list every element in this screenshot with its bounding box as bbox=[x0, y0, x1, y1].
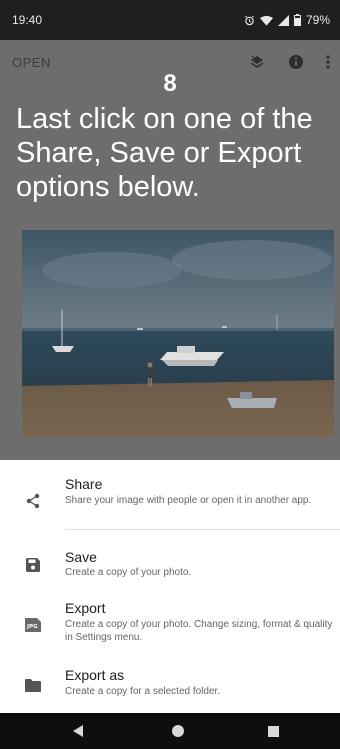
info-icon[interactable] bbox=[286, 52, 306, 72]
photo-preview bbox=[22, 230, 334, 437]
more-vert-icon[interactable] bbox=[318, 52, 338, 72]
export-as-option[interactable]: Export as Create a copy for a selected f… bbox=[0, 662, 340, 702]
share-options-sheet: Share Share your image with people or op… bbox=[0, 460, 340, 713]
jpg-export-icon: JPG bbox=[24, 616, 42, 634]
share-icon bbox=[24, 492, 42, 510]
folder-icon bbox=[24, 676, 42, 694]
export-option[interactable]: JPG Export Create a copy of your photo. … bbox=[0, 594, 340, 650]
save-description: Create a copy of your photo. bbox=[65, 567, 192, 578]
back-icon[interactable] bbox=[59, 713, 99, 749]
recents-icon[interactable] bbox=[253, 713, 293, 749]
navigation-bar bbox=[0, 713, 340, 749]
signal-icon bbox=[277, 14, 289, 26]
status-icons: 79% bbox=[244, 13, 330, 27]
export-description: Create a copy of your photo. Change sizi… bbox=[65, 619, 333, 643]
open-button[interactable]: OPEN bbox=[12, 55, 51, 70]
editor-area: OPEN 8 Last click on one of the Share, S… bbox=[0, 40, 340, 460]
export-as-description: Create a copy for a selected folder. bbox=[65, 686, 221, 697]
status-time: 19:40 bbox=[12, 13, 43, 27]
save-title: Save bbox=[65, 549, 97, 565]
save-option[interactable]: Save Create a copy of your photo. bbox=[0, 542, 340, 582]
share-description: Share your image with people or open it … bbox=[65, 495, 312, 506]
layers-undo-icon[interactable] bbox=[247, 52, 267, 72]
save-icon bbox=[24, 556, 42, 574]
export-as-title: Export as bbox=[65, 667, 125, 683]
wifi-icon bbox=[259, 15, 273, 26]
home-icon[interactable] bbox=[158, 713, 198, 749]
svg-text:JPG: JPG bbox=[26, 624, 38, 630]
battery-icon bbox=[293, 14, 301, 26]
status-bar: 19:40 79% bbox=[0, 0, 340, 40]
battery-percentage: 79% bbox=[305, 13, 330, 27]
export-title: Export bbox=[65, 600, 106, 616]
alarm-icon bbox=[245, 15, 254, 25]
step-number: 8 bbox=[163, 70, 177, 97]
instruction-text: Last click on one of the Share, Save or … bbox=[16, 103, 313, 203]
divider bbox=[65, 529, 340, 530]
share-option[interactable]: Share Share your image with people or op… bbox=[0, 470, 340, 530]
share-title: Share bbox=[65, 476, 103, 492]
